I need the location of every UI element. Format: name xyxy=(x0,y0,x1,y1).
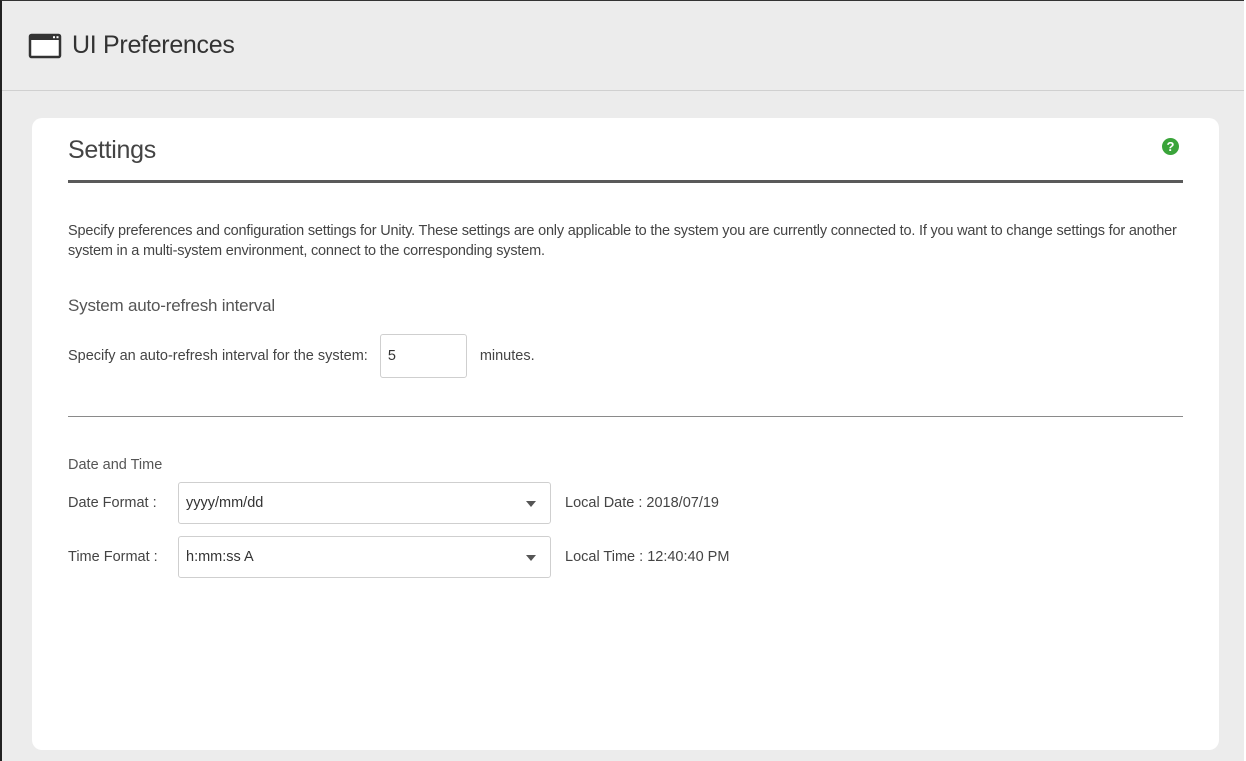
section-divider xyxy=(68,416,1183,417)
settings-title: Settings xyxy=(68,135,156,164)
local-date-text: Local Date : 2018/07/19 xyxy=(565,495,719,511)
auto-refresh-row: Specify an auto-refresh interval for the… xyxy=(68,334,1183,378)
settings-card: Settings ? Specify preferences and confi… xyxy=(32,118,1219,750)
date-format-value: yyyy/mm/dd xyxy=(186,495,264,511)
page-title: UI Preferences xyxy=(72,31,235,59)
window-icon xyxy=(28,32,62,60)
help-icon[interactable]: ? xyxy=(1162,138,1179,155)
auto-refresh-label: Specify an auto-refresh interval for the… xyxy=(68,348,368,364)
auto-refresh-heading: System auto-refresh interval xyxy=(68,296,275,315)
time-format-label: Time Format : xyxy=(68,549,158,565)
date-format-label: Date Format : xyxy=(68,495,157,511)
local-time-text: Local Time : 12:40:40 PM xyxy=(565,549,730,565)
time-format-value: h:mm:ss A xyxy=(186,549,254,565)
chevron-down-icon xyxy=(526,555,536,561)
title-bar: UI Preferences xyxy=(2,1,1244,91)
date-format-row: Date Format : yyyy/mm/dd Local Date : 20… xyxy=(68,482,1183,524)
date-format-select[interactable]: yyyy/mm/dd xyxy=(178,482,551,524)
time-format-row: Time Format : h:mm:ss A Local Time : 12:… xyxy=(68,536,1183,578)
date-time-heading: Date and Time xyxy=(68,457,163,473)
time-format-select[interactable]: h:mm:ss A xyxy=(178,536,551,578)
auto-refresh-input[interactable] xyxy=(379,334,467,378)
chevron-down-icon xyxy=(526,501,536,507)
settings-description: Specify preferences and configuration se… xyxy=(68,223,1177,259)
ui-preferences-window: UI Preferences Settings ? Specify prefer… xyxy=(0,0,1244,761)
auto-refresh-unit: minutes. xyxy=(479,348,535,364)
settings-header: Settings ? xyxy=(68,118,1183,183)
